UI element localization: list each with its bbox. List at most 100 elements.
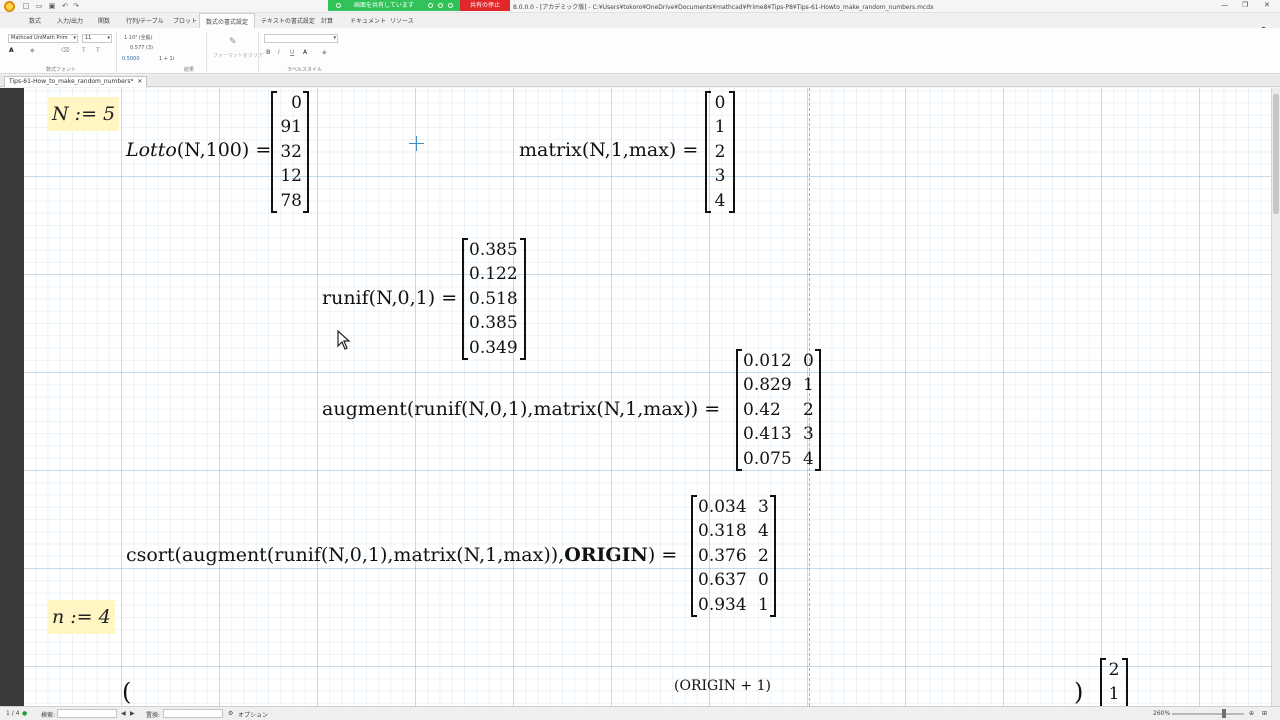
share-pin-icon[interactable] bbox=[336, 3, 341, 8]
redo-icon[interactable]: ↷ bbox=[72, 2, 80, 10]
augment-expression[interactable]: augment(runif(N,0,1),matrix(N,1,max)) = bbox=[322, 397, 720, 421]
search-prev-icon[interactable]: ◀ bbox=[121, 710, 126, 717]
tab-calculation[interactable]: 計算 bbox=[321, 16, 333, 25]
worksheet-canvas[interactable]: N := 5 Lotto(N,100) = 0 91 32 12 78 matr… bbox=[24, 88, 1271, 706]
matrix-cell: 3 bbox=[803, 424, 814, 445]
clear-formatting-button[interactable]: フォーマットをクリア bbox=[213, 52, 263, 59]
matrix-cell: 0.349 bbox=[469, 337, 518, 358]
tab-document[interactable]: ドキュメント bbox=[350, 16, 386, 25]
scrollbar-thumb[interactable] bbox=[1273, 94, 1279, 214]
matrix-cell: 1 bbox=[1108, 684, 1120, 705]
undo-icon[interactable]: ↶ bbox=[61, 2, 69, 10]
underline-icon[interactable]: U bbox=[290, 49, 294, 56]
window-title: 8.0.0.0 - [アカデミック版] - C:¥Users¥tokoro¥On… bbox=[513, 4, 934, 11]
replace-input[interactable] bbox=[163, 709, 223, 718]
open-folder-icon[interactable]: ▭ bbox=[35, 2, 43, 10]
runif-expression[interactable]: runif(N,0,1) = bbox=[322, 286, 457, 310]
clear-format-icon[interactable]: ⌫ bbox=[61, 47, 69, 54]
format-painter-icon[interactable]: ✎ bbox=[229, 37, 237, 47]
tab-functions[interactable]: 関数 bbox=[98, 16, 110, 25]
share-mute-icon[interactable] bbox=[428, 3, 433, 8]
matrix-cell: 0.637 bbox=[698, 570, 747, 591]
matrix-cell: 1 bbox=[803, 375, 814, 396]
zoom-in-icon[interactable]: ⊕ bbox=[1249, 710, 1254, 717]
tab-math[interactable]: 数式 bbox=[29, 16, 41, 25]
tab-math-formatting[interactable]: 数式の書式設定 bbox=[199, 13, 256, 28]
matrix-expression[interactable]: matrix(N,1,max) = bbox=[519, 138, 698, 162]
definition-n[interactable]: n := 4 bbox=[48, 600, 115, 634]
screen-share-bar: 画面を共有しています bbox=[328, 0, 460, 11]
complex-format-select[interactable]: 1 + 1i bbox=[159, 56, 174, 62]
label-color-icon[interactable]: A bbox=[303, 49, 307, 56]
stop-sharing-button[interactable]: 共有の停止 bbox=[460, 0, 510, 11]
new-document-icon[interactable]: □ bbox=[22, 2, 30, 10]
italic-icon[interactable]: I bbox=[278, 49, 280, 56]
matrix-cell: 0 bbox=[803, 351, 814, 371]
tab-resources[interactable]: リソース bbox=[390, 16, 414, 25]
bold-icon[interactable]: B bbox=[266, 49, 271, 56]
matrix-cell: 4 bbox=[803, 448, 814, 469]
chevron-down-icon: ▾ bbox=[73, 35, 76, 41]
font-color-icon[interactable]: A bbox=[9, 47, 14, 54]
share-settings-icon[interactable] bbox=[448, 3, 453, 8]
matrix-cell: 0 bbox=[291, 93, 302, 113]
matrix-cell: 0.413 bbox=[743, 424, 792, 445]
title-bar: □ ▭ ▣ ↶ ↷ 画面を共有しています 共有の停止 8.0.0.0 - [アカ… bbox=[0, 0, 1280, 13]
mathcad-logo-icon[interactable] bbox=[4, 1, 15, 12]
matrix-cell: 12 bbox=[280, 166, 302, 187]
fit-page-icon[interactable]: ⊞ bbox=[1262, 710, 1267, 717]
zoom-slider-track[interactable] bbox=[1172, 713, 1244, 715]
matrix-cell: 78 bbox=[280, 190, 302, 211]
csort-expression[interactable]: csort(augment(runif(N,0,1),matrix(N,1,ma… bbox=[126, 543, 677, 567]
lotto-result-matrix: 0 91 32 12 78 bbox=[271, 91, 309, 214]
close-tab-icon[interactable]: ✕ bbox=[137, 78, 142, 85]
matrix-cell: 0.829 bbox=[743, 375, 792, 396]
calc-status-icon: ● bbox=[22, 710, 28, 717]
text-style-icon[interactable]: T bbox=[82, 47, 86, 54]
matrix-row: 0.318 4 bbox=[698, 519, 769, 543]
runif-result-matrix: 0.385 0.122 0.518 0.385 0.349 bbox=[462, 238, 526, 361]
tab-matrices-tables[interactable]: 行列/テーブル bbox=[126, 16, 164, 25]
font-size-value: 11 bbox=[85, 35, 92, 41]
save-icon[interactable]: ▣ bbox=[48, 2, 56, 10]
matrix-cell: 3 bbox=[714, 166, 726, 187]
highlight-color-icon[interactable]: ◈ bbox=[30, 47, 35, 54]
search-next-icon[interactable]: ▶ bbox=[130, 710, 135, 717]
options-label[interactable]: オプション bbox=[238, 710, 268, 719]
matrix-cell: 2 bbox=[758, 545, 769, 566]
matrix-cell: 0 bbox=[714, 93, 726, 113]
bottom-result-matrix: 2 1 bbox=[1100, 658, 1128, 706]
search-input[interactable] bbox=[57, 709, 117, 718]
vertical-scrollbar[interactable] bbox=[1271, 88, 1280, 706]
tab-plots[interactable]: プロット bbox=[173, 16, 197, 25]
tab-input-output[interactable]: 入力/出力 bbox=[57, 16, 83, 25]
definition-n-text: n := 4 bbox=[52, 606, 111, 628]
maximize-icon[interactable]: ❐ bbox=[1242, 1, 1248, 9]
matrix-row: 0.829 1 bbox=[743, 373, 814, 397]
matrix-cell: 0.012 bbox=[743, 351, 792, 371]
share-pause-icon[interactable] bbox=[438, 3, 443, 8]
bottom-expression-open-paren[interactable]: ( bbox=[122, 680, 131, 704]
result-example[interactable]: 0.5000 bbox=[122, 56, 140, 62]
options-gear-icon[interactable]: ⚙ bbox=[228, 710, 233, 717]
zoom-slider-thumb[interactable] bbox=[1222, 709, 1226, 718]
share-status-text: 画面を共有しています bbox=[354, 2, 414, 9]
matrix-result-matrix: 0 1 2 3 4 bbox=[705, 91, 735, 214]
label-style-select[interactable]: ▾ bbox=[264, 34, 338, 43]
definition-N[interactable]: N := 5 bbox=[48, 97, 120, 131]
text-style-alt-icon[interactable]: T bbox=[96, 47, 100, 54]
result-precision-select[interactable]: 0.577 (3) bbox=[130, 45, 153, 51]
ribbon-divider bbox=[258, 32, 259, 72]
matrix-row: 0.934 1 bbox=[698, 593, 769, 617]
lotto-expression[interactable]: Lotto(N,100) = bbox=[126, 138, 271, 162]
minimize-icon[interactable]: — bbox=[1221, 1, 1228, 9]
bottom-expression-close-paren: ) bbox=[1074, 678, 1084, 706]
label-highlight-icon[interactable]: ◈ bbox=[322, 49, 327, 56]
tab-text-formatting[interactable]: テキストの書式設定 bbox=[261, 16, 315, 25]
font-size-select[interactable]: 11 ▾ bbox=[82, 34, 112, 43]
font-name-select[interactable]: Mathcad UniMath Prim ▾ bbox=[8, 34, 78, 43]
result-format-select[interactable]: 1·10³ (全般) bbox=[124, 34, 153, 41]
csort-expression-text: csort(augment(runif(N,0,1),matrix(N,1,ma… bbox=[126, 544, 565, 566]
document-tab[interactable]: Tips-61-How_to_make_random_numbers* ✕ bbox=[4, 76, 148, 87]
close-icon[interactable]: ✕ bbox=[1264, 1, 1270, 9]
